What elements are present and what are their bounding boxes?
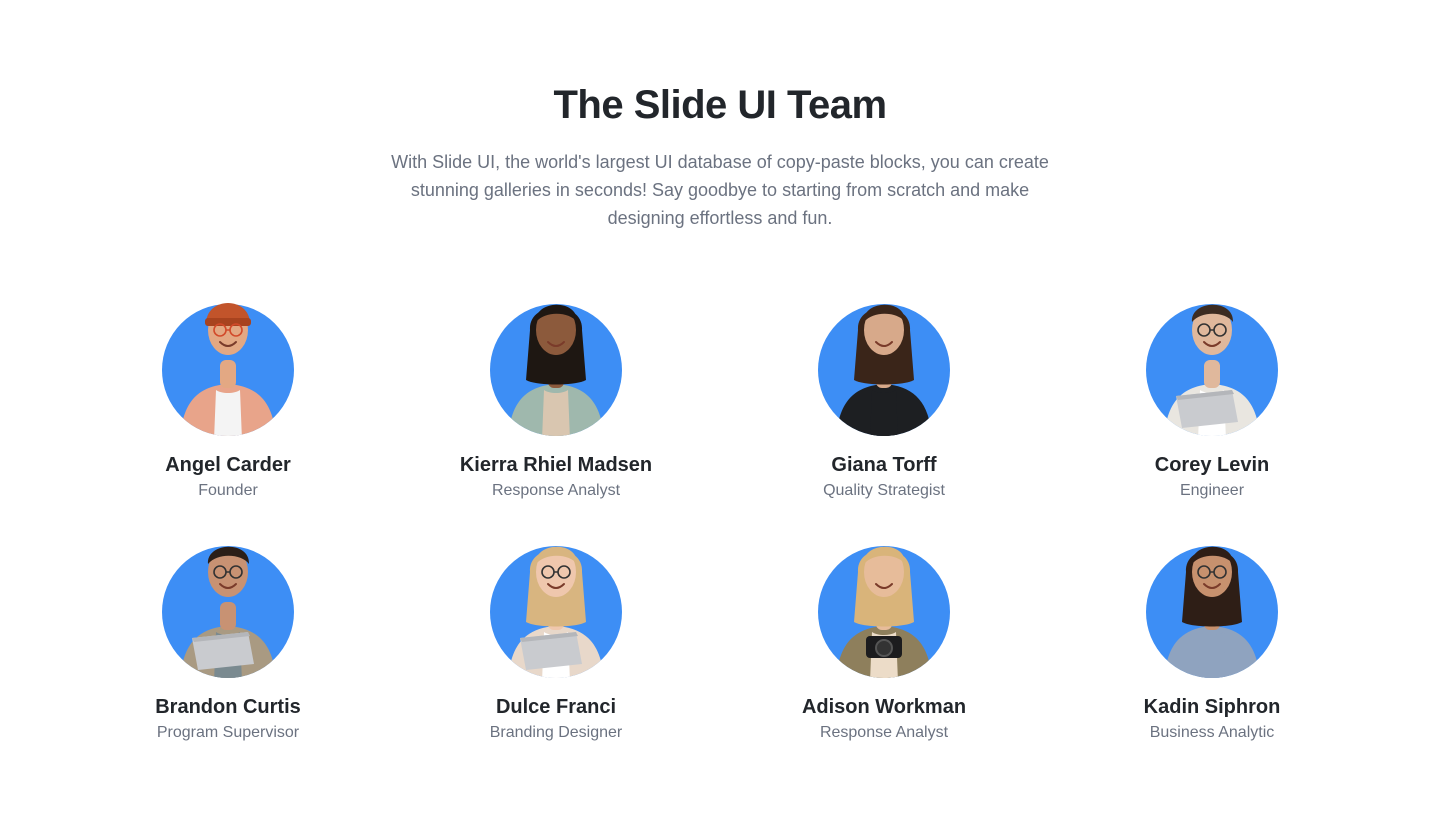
avatar (818, 532, 950, 678)
team-member-card[interactable]: Angel Carder Founder (64, 290, 392, 518)
member-role: Program Supervisor (156, 724, 300, 741)
member-role: Founder (198, 482, 258, 499)
avatar (1146, 532, 1278, 678)
team-member-card[interactable]: Dulce Franci Branding Designer (392, 532, 720, 760)
member-name: Dulce Franci (495, 696, 617, 718)
member-photo (836, 304, 932, 436)
page-subtitle: With Slide UI, the world's largest UI da… (391, 152, 1049, 228)
member-name: Kierra Rhiel Madsen (459, 454, 653, 476)
team-member-card[interactable]: Kadin Siphron Business Analytic (1048, 532, 1376, 760)
avatar (490, 532, 622, 678)
avatar (162, 532, 294, 678)
member-role: Response Analyst (819, 724, 949, 741)
member-role: Business Analytic (1149, 724, 1275, 741)
avatar (818, 290, 950, 436)
member-name: Brandon Curtis (155, 696, 301, 718)
member-name: Kadin Siphron (1143, 696, 1281, 718)
team-grid: Angel Carder Founder Kierra Rhiel Madsen Re… (64, 290, 1376, 760)
team-member-card[interactable]: Corey Levin Engineer (1048, 290, 1376, 518)
member-role: Response Analyst (491, 482, 621, 499)
member-name: Corey Levin (1154, 454, 1270, 476)
team-member-card[interactable]: Giana Torff Quality Strategist (720, 290, 1048, 518)
member-name: Giana Torff (831, 454, 937, 476)
page-title: The Slide UI Team (553, 83, 887, 127)
member-photo (180, 546, 276, 678)
avatar (1146, 290, 1278, 436)
avatar (162, 290, 294, 436)
team-member-card[interactable]: Kierra Rhiel Madsen Response Analyst (392, 290, 720, 518)
member-photo (508, 546, 604, 678)
member-role: Quality Strategist (823, 482, 945, 499)
section-header: The Slide UI Team With Slide UI, the wor… (0, 80, 1440, 232)
member-photo (1164, 546, 1260, 678)
member-name: Adison Workman (801, 696, 967, 718)
member-role: Engineer (1179, 482, 1245, 499)
member-photo (1164, 304, 1260, 436)
member-photo (180, 303, 276, 436)
team-section: The Slide UI Team With Slide UI, the wor… (0, 0, 1440, 824)
team-member-card[interactable]: Brandon Curtis Program Supervisor (64, 532, 392, 760)
team-member-card[interactable]: Adison Workman Response Analyst (720, 532, 1048, 760)
avatar (490, 290, 622, 436)
member-photo (508, 304, 604, 436)
member-name: Angel Carder (165, 454, 291, 476)
member-role: Branding Designer (489, 724, 623, 741)
member-photo (836, 546, 932, 678)
